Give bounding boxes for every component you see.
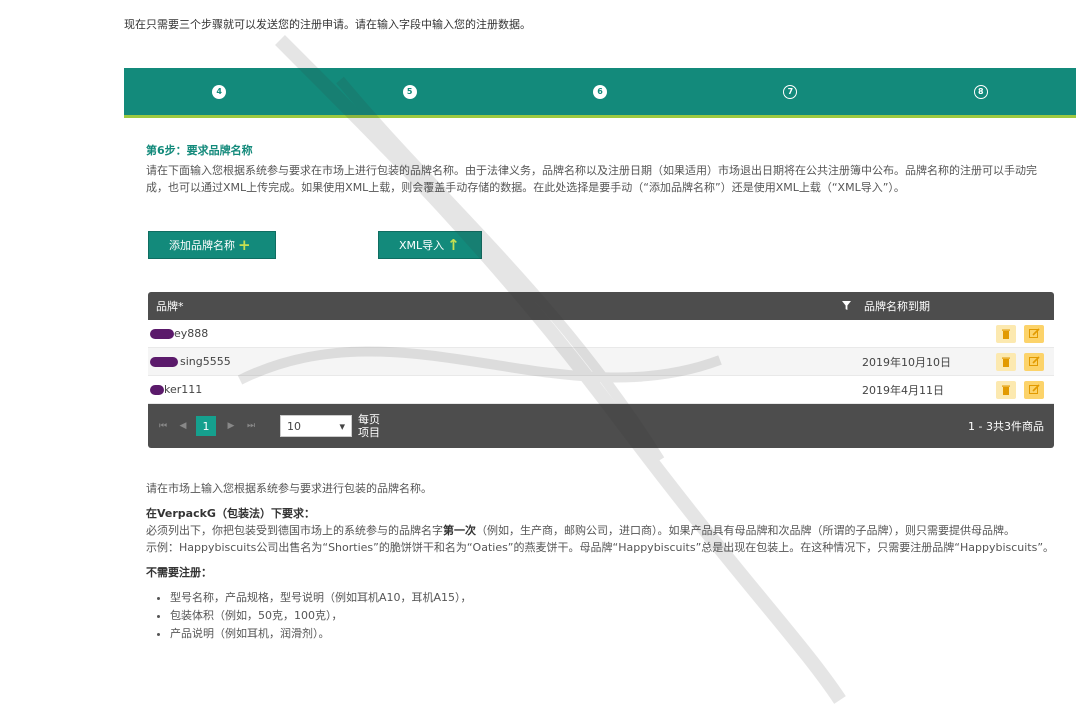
step-4-indicator: 4: [212, 84, 227, 99]
row-actions: [990, 324, 1054, 343]
filter-icon[interactable]: [830, 300, 862, 313]
table-row[interactable]: ey888: [148, 320, 1054, 348]
notes-exempt-heading: 不需要注册：: [146, 566, 212, 579]
notes-requirement-part2: （例如，生产商，邮购公司，进口商）。如果产品具有母品牌和次品牌（所谓的子品牌），…: [476, 524, 1015, 537]
first-page-icon[interactable]: ⏮: [156, 421, 170, 431]
prev-page-icon[interactable]: ◀: [176, 421, 190, 431]
step-4[interactable]: 4: [124, 68, 314, 115]
edit-icon[interactable]: [1024, 352, 1044, 371]
notes-example: 示例：Happybiscuits公司出售名为“Shorties”的脆饼饼干和名为…: [146, 541, 1055, 554]
step-6[interactable]: 6: [505, 68, 695, 115]
pagination-info: 1 - 3共3件商品: [968, 420, 1044, 433]
list-item: 包装体积（例如，50克，100克），: [170, 607, 1058, 625]
list-item: 产品说明（例如耳机，润滑剂）。: [170, 625, 1058, 643]
current-page[interactable]: 1: [196, 416, 216, 436]
page-size-select[interactable]: 10 ▾: [280, 415, 352, 437]
notes-section: 请在市场上输入您根据系统参与要求进行包装的品牌名称。 在VerpackG（包装法…: [146, 480, 1058, 643]
brand-table: 品牌* 品牌名称到期 ey888 sing5555 2019年10月10日 ke…: [148, 292, 1054, 448]
notes-intro: 请在市场上输入您根据系统参与要求进行包装的品牌名称。: [146, 482, 432, 495]
pagination: ⏮ ◀ 1 ▶ ⏭ 10 ▾ 每页 项目 1 - 3共3件商品: [148, 404, 1054, 448]
per-page-label: 每页 项目: [358, 413, 380, 439]
last-page-icon[interactable]: ⏭: [244, 421, 258, 431]
table-row[interactable]: ker111 2019年4月11日: [148, 376, 1054, 404]
notes-requirement-part1: 必须列出下，你把包装受到德国市场上的系统参与的品牌名字: [146, 524, 443, 537]
per-page-label-line1: 每页: [358, 413, 380, 426]
expiry-cell: 2019年4月11日: [862, 383, 944, 397]
add-brand-label: 添加品牌名称: [169, 239, 235, 252]
redaction-mark: [150, 329, 174, 339]
redaction-mark: [150, 357, 178, 367]
redaction-mark: [150, 385, 164, 395]
step-5-indicator: 5: [402, 84, 417, 99]
row-actions: [990, 380, 1054, 399]
edit-icon[interactable]: [1024, 324, 1044, 343]
table-header: 品牌* 品牌名称到期: [148, 292, 1054, 320]
column-header-expiry[interactable]: 品牌名称到期: [862, 298, 1054, 314]
chevron-down-icon: ▾: [339, 419, 345, 433]
next-page-icon[interactable]: ▶: [224, 421, 238, 431]
step-5[interactable]: 5: [314, 68, 504, 115]
delete-icon[interactable]: [996, 352, 1016, 371]
upload-arrow-icon: ↑: [447, 236, 460, 254]
step-6-indicator: 6: [593, 84, 608, 99]
table-body: ey888 sing5555 2019年10月10日 ker111 2019年4…: [148, 320, 1054, 404]
notes-requirement-text: 必须列出下，你把包装受到德国市场上的系统参与的品牌名字第一次（例如，生产商，邮购…: [146, 522, 1058, 539]
notes-requirement-heading: 在VerpackG（包装法）下要求：: [146, 507, 315, 520]
notes-exempt-list: 型号名称，产品规格，型号说明（例如耳机A10，耳机A15）， 包装体积（例如，5…: [170, 589, 1058, 643]
plus-icon: +: [238, 236, 251, 254]
step-title: 第6步：要求品牌名称: [146, 144, 253, 157]
intro-text: 现在只需要三个步骤就可以发送您的注册申请。请在输入字段中输入您的注册数据。: [124, 18, 531, 31]
brand-cell: sing5555: [148, 355, 862, 368]
table-row[interactable]: sing5555 2019年10月10日: [148, 348, 1054, 376]
expiry-cell: 2019年10月10日: [862, 355, 951, 369]
step-8: 8: [886, 68, 1076, 115]
brand-cell: ey888: [148, 327, 862, 340]
delete-icon[interactable]: [996, 380, 1016, 399]
step-description: 请在下面输入您根据系统参与要求在市场上进行包装的品牌名称。由于法律义务，品牌名称…: [146, 164, 1037, 194]
xml-import-label: XML导入: [399, 239, 445, 252]
xml-import-button[interactable]: XML导入 ↑: [378, 231, 482, 259]
row-actions: [990, 352, 1054, 371]
column-header-brand[interactable]: 品牌*: [148, 298, 830, 314]
per-page-label-line2: 项目: [358, 426, 380, 439]
step-progress-bar: 4 5 6 7 8: [124, 68, 1076, 118]
step-7: 7: [695, 68, 885, 115]
step-8-indicator: 8: [973, 84, 988, 99]
step-7-indicator: 7: [783, 84, 798, 99]
list-item: 型号名称，产品规格，型号说明（例如耳机A10，耳机A15），: [170, 589, 1058, 607]
edit-icon[interactable]: [1024, 380, 1044, 399]
delete-icon[interactable]: [996, 324, 1016, 343]
add-brand-button[interactable]: 添加品牌名称 +: [148, 231, 276, 259]
page-size-value: 10: [287, 419, 301, 433]
notes-requirement-emphasis: 第一次: [443, 524, 476, 537]
brand-cell: ker111: [148, 383, 862, 396]
